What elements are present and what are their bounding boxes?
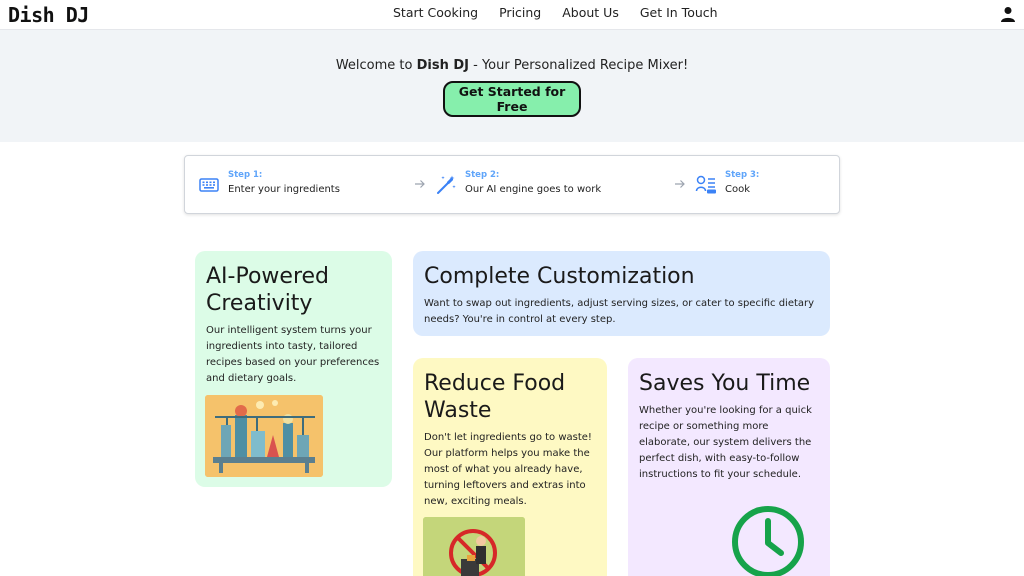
card-ai-body: Our intelligent system turns your ingred… xyxy=(206,325,380,384)
top-navbar: Dish DJ Start Cooking Pricing About Us G… xyxy=(0,0,1024,30)
chef-icon xyxy=(695,175,716,194)
welcome-prefix: Welcome to xyxy=(335,58,417,73)
step-3-desc: Cook xyxy=(725,184,751,195)
card-ai-title: AI-Powered Creativity xyxy=(206,264,330,316)
logo[interactable]: Dish DJ xyxy=(8,3,89,27)
arrow-right-icon xyxy=(675,180,685,188)
keyboard-icon xyxy=(199,178,219,192)
get-started-button[interactable]: Get Started for Free xyxy=(443,81,581,117)
card-customization: Complete Customization Want to swap out … xyxy=(413,251,830,336)
step-2: Step 2: Our AI engine goes to work xyxy=(435,170,601,196)
step-1-desc: Enter your ingredients xyxy=(228,184,340,195)
clock-icon xyxy=(732,506,804,576)
card-ai-powered: AI-Powered Creativity Our intelligent sy… xyxy=(195,251,392,487)
nav-get-in-touch[interactable]: Get In Touch xyxy=(640,5,718,20)
steps-bar: Step 1: Enter your ingredients Step 2: O… xyxy=(184,155,840,214)
no-waste-illustration xyxy=(423,517,525,576)
card-custom-title: Complete Customization xyxy=(424,264,695,289)
hero-section: Welcome to Dish DJ - Your Personalized R… xyxy=(0,30,1024,142)
factory-illustration xyxy=(205,395,323,477)
card-saves-time: Saves You Time Whether you're looking fo… xyxy=(628,358,830,576)
nav-pricing[interactable]: Pricing xyxy=(499,5,541,20)
card-waste-title: Reduce Food Waste xyxy=(424,371,566,423)
user-icon[interactable] xyxy=(1000,6,1016,22)
step-1: Step 1: Enter your ingredients xyxy=(198,170,340,196)
card-time-body: Whether you're looking for a quick recip… xyxy=(639,405,812,480)
arrow-right-icon xyxy=(415,180,425,188)
card-reduce-waste: Reduce Food Waste Don't let ingredients … xyxy=(413,358,607,576)
card-waste-body: Don't let ingredients go to waste! Our p… xyxy=(424,432,592,507)
nav-about-us[interactable]: About Us xyxy=(562,5,619,20)
step-3-label: Step 3: xyxy=(725,170,760,180)
step-2-desc: Our AI engine goes to work xyxy=(465,184,602,195)
welcome-brand: Dish DJ xyxy=(416,58,469,73)
card-time-title: Saves You Time xyxy=(639,371,811,396)
nav-start-cooking[interactable]: Start Cooking xyxy=(393,5,478,20)
main-nav: Start Cooking Pricing About Us Get In To… xyxy=(393,5,718,20)
welcome-suffix: - Your Personalized Recipe Mixer! xyxy=(469,58,689,73)
step-3: Step 3: Cook xyxy=(695,170,759,196)
card-custom-body: Want to swap out ingredients, adjust ser… xyxy=(424,298,815,325)
magic-wand-icon xyxy=(437,175,456,194)
step-1-label: Step 1: xyxy=(228,170,263,180)
step-2-label: Step 2: xyxy=(465,170,500,180)
welcome-text: Welcome to Dish DJ - Your Personalized R… xyxy=(0,58,1024,73)
